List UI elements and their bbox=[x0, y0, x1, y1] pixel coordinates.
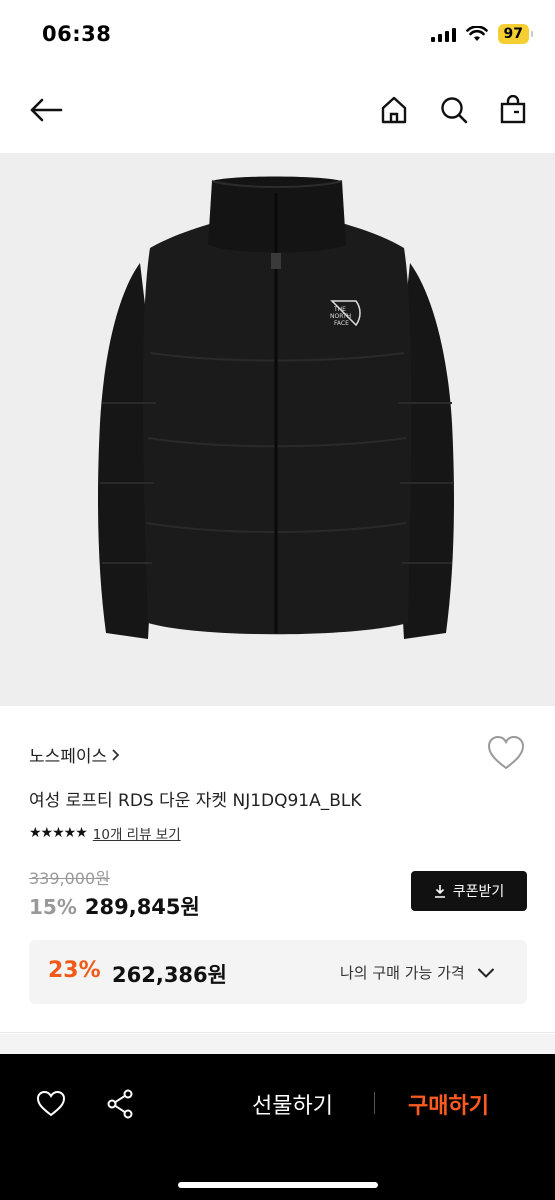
share-button[interactable] bbox=[98, 1082, 142, 1126]
wifi-icon bbox=[465, 26, 488, 41]
coupon-label: 쿠폰받기 bbox=[452, 884, 505, 900]
search-icon bbox=[441, 97, 468, 124]
heart-icon bbox=[487, 735, 525, 770]
app-header bbox=[0, 80, 555, 140]
product-name: 여성 로프티 RDS 다운 자켓 NJ1DQ91A_BLK bbox=[29, 791, 362, 811]
my-discount-rate: 23% bbox=[48, 958, 101, 983]
battery-indicator: 97 bbox=[497, 24, 534, 44]
star-rating: ★★★★★ bbox=[29, 825, 88, 841]
divider bbox=[0, 1032, 555, 1033]
my-price-box[interactable]: 23% 262,386원 나의 구매 가능 가격 bbox=[29, 940, 527, 1004]
bottom-wishlist-button[interactable] bbox=[29, 1082, 73, 1126]
down-jacket-image: THE NORTH FACE bbox=[98, 176, 454, 639]
button-divider bbox=[374, 1092, 375, 1114]
my-price: 262,386원 bbox=[112, 963, 227, 987]
arrow-left-icon bbox=[30, 98, 63, 122]
download-icon bbox=[434, 885, 445, 898]
chevron-right-icon bbox=[112, 748, 120, 761]
share-icon bbox=[107, 1089, 133, 1119]
shopping-bag-icon bbox=[500, 95, 526, 124]
product-image[interactable]: THE NORTH FACE bbox=[0, 153, 555, 706]
section-separator bbox=[0, 1034, 555, 1054]
brand-name: 노스페이스 bbox=[29, 747, 108, 767]
buy-button[interactable]: 구매하기 bbox=[408, 1088, 489, 1120]
original-price: 339,000원 bbox=[29, 869, 110, 888]
status-indicators: 97 bbox=[430, 24, 534, 44]
price-row: 15% 289,845원 bbox=[29, 891, 200, 921]
search-button[interactable] bbox=[432, 88, 476, 132]
status-bar: 06:38 97 bbox=[0, 0, 555, 70]
bottom-action-bar: 선물하기 구매하기 bbox=[0, 1054, 555, 1200]
cart-button[interactable] bbox=[491, 88, 535, 132]
status-time: 06:38 bbox=[42, 22, 112, 46]
my-price-label: 나의 구매 가능 가격 bbox=[340, 964, 465, 982]
coupon-button[interactable]: 쿠폰받기 bbox=[411, 871, 527, 911]
home-icon bbox=[381, 96, 407, 124]
home-button[interactable] bbox=[372, 88, 416, 132]
my-price-toggle[interactable]: 나의 구매 가능 가격 bbox=[340, 962, 495, 983]
chevron-down-icon bbox=[477, 967, 494, 978]
svg-text:NORTH: NORTH bbox=[330, 313, 351, 320]
rating-row: ★★★★★ 10개 리뷰 보기 bbox=[29, 823, 181, 843]
svg-text:FACE: FACE bbox=[334, 320, 349, 327]
gift-button[interactable]: 선물하기 bbox=[252, 1088, 333, 1120]
brand-link[interactable]: 노스페이스 bbox=[29, 742, 121, 767]
wishlist-button[interactable] bbox=[486, 734, 526, 774]
home-indicator bbox=[178, 1182, 378, 1188]
heart-icon bbox=[36, 1090, 66, 1117]
sale-price: 289,845원 bbox=[84, 895, 200, 919]
svg-text:THE: THE bbox=[333, 306, 346, 313]
signal-icon bbox=[430, 26, 456, 42]
back-button[interactable] bbox=[24, 88, 68, 132]
discount-rate: 15% bbox=[29, 895, 77, 919]
review-link[interactable]: 10개 리뷰 보기 bbox=[93, 823, 181, 843]
